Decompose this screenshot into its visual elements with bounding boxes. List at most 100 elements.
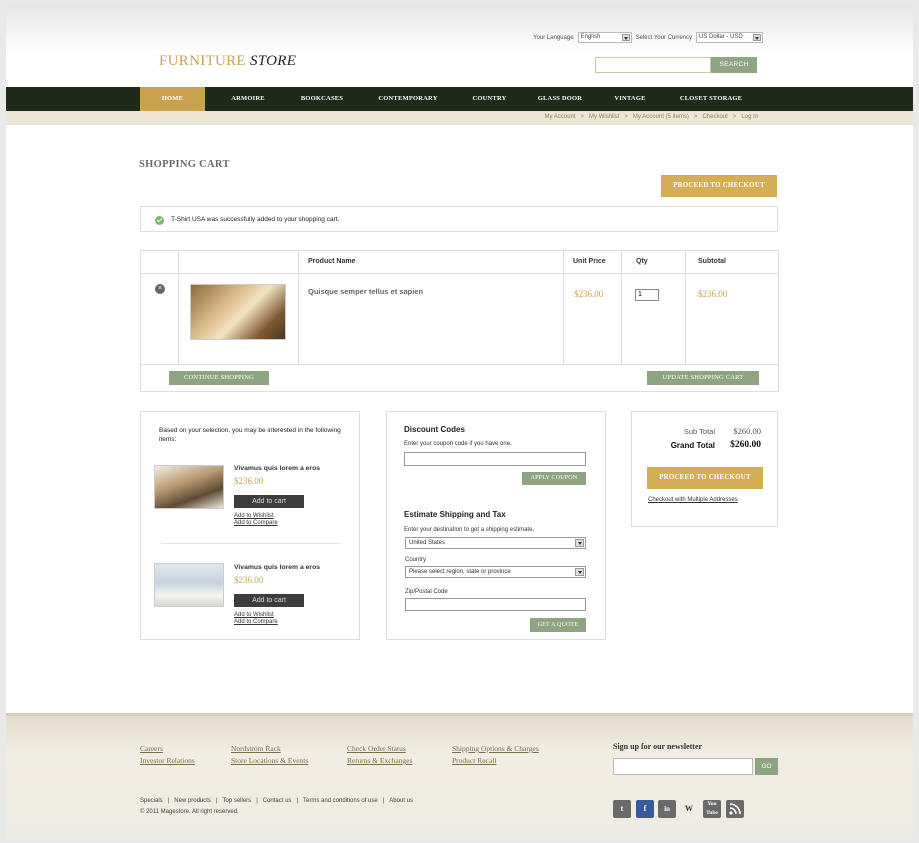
product-image[interactable] [190, 284, 286, 340]
separator: > [693, 114, 698, 120]
currency-select[interactable]: US Dollar - USD [696, 32, 763, 43]
col-header-subtotal: Subtotal [698, 258, 726, 265]
youtube-icon[interactable]: You Tube [703, 800, 721, 818]
link-log-in[interactable]: Log In [741, 114, 758, 120]
link-checkout[interactable]: Checkout [702, 114, 727, 120]
crosssell-box: Based on your selection, you may be inte… [140, 411, 360, 640]
link-my-wishlist[interactable]: My Wishlist [589, 114, 619, 120]
col-header-qty: Qty [636, 258, 648, 265]
currency-label: Select Your Currency [635, 34, 692, 41]
divider [161, 543, 341, 544]
nav-item-bookcases[interactable]: BOOKCASES [291, 87, 353, 111]
footer: Careers Investor Relations Nordstrom Rac… [6, 713, 913, 838]
region-value: Please select region, state or province [409, 569, 511, 575]
add-to-wishlist-link[interactable]: Add to Wishlist [234, 513, 274, 519]
separator: | [382, 798, 385, 804]
grand-total-label: Grand Total [670, 441, 715, 450]
apply-coupon-button[interactable]: APPLY COUPON [522, 472, 586, 485]
crosssell-image[interactable] [154, 465, 224, 509]
nav-item-glass-door[interactable]: GLASS DOOR [528, 87, 592, 111]
newsletter-go-button[interactable]: GO [755, 758, 778, 775]
footer-link-shipping-options[interactable]: Shipping Options & Charges [452, 744, 539, 753]
proceed-to-checkout-top-button[interactable]: PROCEED TO CHECKOUT [661, 175, 777, 197]
search-input[interactable] [595, 57, 711, 73]
crosssell-price: $236.00 [234, 476, 264, 486]
logo[interactable]: FURNITURE STORE [159, 53, 296, 70]
logo-text-furniture: FURNITURE [159, 53, 246, 69]
cart-table: Product Name Unit Price Qty Subtotal × Q… [140, 250, 779, 392]
col-header-unit-price: Unit Price [573, 258, 606, 265]
grand-total-value: $260.00 [730, 440, 761, 450]
rss-icon[interactable] [726, 800, 744, 818]
chevron-down-icon [575, 568, 584, 576]
shipping-prompt: Enter your destination to get a shipping… [404, 527, 535, 533]
qty-input[interactable]: 1 [635, 289, 659, 301]
footer-link-specials[interactable]: Specials [140, 798, 163, 804]
add-to-cart-button[interactable]: Add to cart [234, 594, 304, 607]
subtotal-value: $260.00 [733, 426, 761, 436]
nav-item-vintage[interactable]: VINTAGE [604, 87, 656, 111]
region-select[interactable]: Please select region, state or province [405, 566, 586, 578]
country-label: Country [405, 557, 427, 563]
footer-link-contact-us[interactable]: Contact us [263, 798, 292, 804]
nav-item-closet-storage[interactable]: CLOSET STORAGE [669, 87, 753, 111]
separator: > [732, 114, 737, 120]
proceed-to-checkout-button[interactable]: PROCEED TO CHECKOUT [647, 467, 763, 489]
separator: | [256, 798, 258, 804]
add-to-compare-link[interactable]: Add to Compare [234, 520, 278, 526]
search-button[interactable]: SEARCH [711, 57, 757, 73]
multi-address-checkout-link[interactable]: Checkout with Multiple Addresses [648, 497, 738, 503]
add-to-compare-link[interactable]: Add to Compare [234, 619, 278, 625]
facebook-icon[interactable]: f [636, 800, 654, 818]
footer-link-terms[interactable]: Terms and conditions of use [303, 798, 378, 804]
link-my-cart[interactable]: My Account (5 items) [633, 114, 689, 120]
coupon-input[interactable] [404, 452, 586, 466]
success-message: T-Shirt USA was successfully added to yo… [171, 216, 340, 223]
footer-link-store-locations[interactable]: Store Locations & Events [231, 756, 308, 765]
remove-item-icon[interactable]: × [155, 284, 165, 294]
add-to-cart-button[interactable]: Add to cart [234, 495, 304, 508]
coupon-prompt: Enter your coupon code if you have one. [404, 441, 512, 447]
crosssell-image[interactable] [154, 563, 224, 607]
language-value: English [580, 34, 601, 40]
row-subtotal: $236.00 [698, 289, 728, 299]
currency-value: US Dollar - USD [699, 34, 743, 40]
footer-link-new-products[interactable]: New products [174, 798, 211, 804]
totals-box: Sub Total $260.00 Grand Total $260.00 PR… [631, 411, 778, 527]
footer-link-nordstrom-rack[interactable]: Nordstrom Rack [231, 744, 281, 753]
linkedin-icon[interactable]: in [658, 800, 676, 818]
zip-input[interactable] [405, 598, 586, 611]
crosssell-name[interactable]: Vivamus quis lorem a eros [234, 465, 320, 472]
get-quote-button[interactable]: GET A QUOTE [530, 618, 586, 632]
shipping-title: Estimate Shipping and Tax [404, 510, 506, 519]
chevron-down-icon [621, 34, 630, 41]
footer-link-top-sellers[interactable]: Top sellers [223, 798, 252, 804]
crosssell-intro: Based on your selection, you may be inte… [159, 427, 341, 443]
newsletter-email-input[interactable] [613, 758, 753, 775]
header: FURNITURE STORE Your Language English Se… [6, 5, 913, 87]
nav-item-contemporary[interactable]: CONTEMPORARY [368, 87, 448, 111]
copyright: © 2011 Magestore. All right reserved. [140, 809, 239, 815]
footer-bottom-links: Specials | New products | Top sellers | … [140, 798, 413, 804]
language-select[interactable]: English [577, 32, 632, 43]
chevron-down-icon [575, 539, 584, 547]
twitter-icon[interactable]: t [613, 800, 631, 818]
nav-item-country[interactable]: COUNTRY [462, 87, 517, 111]
nav-item-home[interactable]: HOME [140, 87, 205, 111]
nav-item-armoire[interactable]: ARMOIRE [220, 87, 276, 111]
footer-link-check-order-status[interactable]: Check Order Status [347, 744, 406, 753]
product-name[interactable]: Quisque semper tellus et sapien [308, 287, 423, 296]
footer-link-returns[interactable]: Returns & Exchanges [347, 756, 412, 765]
continue-shopping-button[interactable]: CONTINUE SHOPPING [169, 371, 269, 385]
link-my-account[interactable]: My Account [545, 114, 576, 120]
crosssell-name[interactable]: Vivamus quis lorem a eros [234, 564, 320, 571]
footer-link-investor-relations[interactable]: Investor Relations [140, 756, 195, 765]
wikipedia-icon[interactable]: W [680, 800, 698, 818]
footer-link-careers[interactable]: Careers [140, 744, 163, 753]
zip-label: Zip/Postal Code [405, 589, 448, 595]
footer-link-product-recall[interactable]: Product Recall [452, 756, 496, 765]
update-cart-button[interactable]: UPDATE SHOPPING CART [647, 371, 759, 385]
add-to-wishlist-link[interactable]: Add to Wishlist [234, 612, 274, 618]
country-select[interactable]: United States [405, 537, 586, 549]
footer-link-about-us[interactable]: About us [389, 798, 413, 804]
